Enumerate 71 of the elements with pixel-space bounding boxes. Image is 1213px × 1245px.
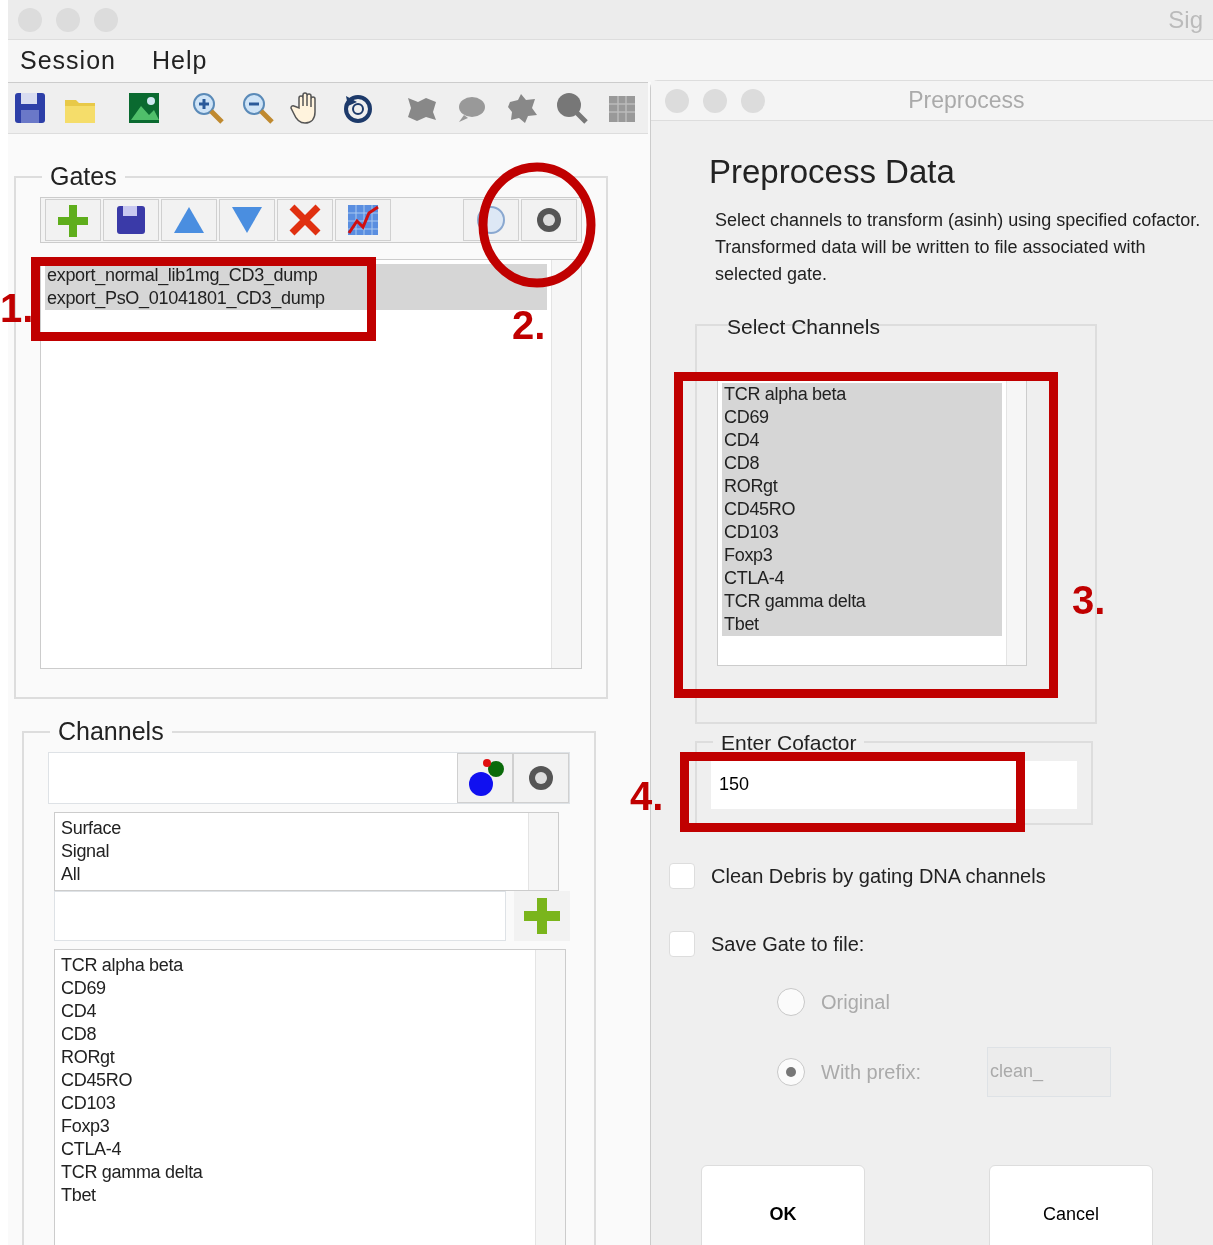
list-item[interactable]: CD69 [722,405,1002,429]
list-item[interactable]: Tbet [59,1184,531,1207]
list-item[interactable]: CTLA-4 [59,1138,531,1161]
list-item[interactable]: CD69 [59,977,531,1000]
list-item[interactable]: CD4 [59,1000,531,1023]
zoom-out-icon[interactable] [240,90,276,126]
list-item[interactable]: Foxp3 [59,1115,531,1138]
list-item[interactable]: CD45RO [722,497,1002,521]
window-title: Preprocess [908,86,1025,116]
cancel-button[interactable]: Cancel [989,1164,1153,1245]
add-button[interactable] [514,891,570,941]
menu-item[interactable]: Session [20,42,116,80]
list-item[interactable]: RORgt [59,1046,531,1069]
scrollbar[interactable] [535,950,565,1245]
cofactor-field[interactable]: 150 [711,760,1077,809]
zoom-in-icon[interactable] [190,90,226,126]
checkbox[interactable] [669,930,695,957]
list-item[interactable]: Signal [59,840,524,863]
list-item[interactable]: RORgt [722,474,1002,498]
annotation-number: 4. [630,776,664,816]
settings-button[interactable] [521,199,577,241]
panel-title: Select Channels [726,315,881,337]
list-item[interactable]: All [59,863,524,886]
picture-icon[interactable] [126,90,162,126]
checkbox[interactable] [669,862,695,889]
magnifier-icon[interactable] [554,90,590,126]
x-icon [288,203,322,237]
color-button[interactable] [457,753,513,803]
delete-button[interactable] [277,199,333,241]
list-item[interactable]: CD4 [722,428,1002,452]
list-item[interactable]: TCR gamma delta [722,589,1002,613]
list-item[interactable]: TCR alpha beta [59,954,531,977]
save-button[interactable] [103,199,159,241]
list-item[interactable]: Surface [59,817,524,840]
list-item[interactable]: TCR alpha beta [722,382,1002,406]
settings-button[interactable] [513,753,569,803]
scrollbar[interactable] [1006,378,1026,665]
list-item[interactable]: CD45RO [59,1069,531,1092]
chart-button[interactable] [335,199,391,241]
plus-icon [56,203,90,237]
move-down-button[interactable] [219,199,275,241]
ok-button[interactable]: OK [701,1164,865,1245]
save-icon[interactable] [12,90,48,126]
menu-item[interactable]: Help [151,42,208,80]
panel-title: Enter Cofactor [720,731,858,753]
list-item[interactable]: CD8 [59,1023,531,1046]
checkbox-label: Save Gate to file: [711,931,865,957]
list-item[interactable]: Tbet [722,612,1002,636]
annotation-number: 3. [1072,580,1106,620]
list-item[interactable]: TCR gamma delta [59,1161,531,1184]
list-item[interactable]: CD103 [59,1092,531,1115]
list-item[interactable]: CD8 [722,451,1002,475]
scrollbar[interactable] [551,260,581,668]
radio-label: With prefix: [821,1059,922,1085]
description-text: Select channels to transform (asinh) using specified cofactor. Transformed data will be written to file associated with selected gate. [715,208,1202,286]
list-item[interactable]: export_PsO_01041801_CD3_dump [45,287,547,310]
list-item[interactable]: CTLA-4 [722,566,1002,590]
plus-icon [522,896,562,936]
chart-icon [346,203,380,237]
checkbox-label: Clean Debris by gating DNA channels [711,863,1046,889]
panel-title: Gates [49,164,118,189]
search-field[interactable] [49,753,457,803]
list-item[interactable]: CD103 [722,520,1002,544]
list-item[interactable]: Foxp3 [722,543,1002,567]
scrollbar[interactable] [528,813,558,890]
radio-label: Original [821,989,890,1015]
annotation-number: 1. [0,288,34,328]
dialog-heading: Preprocess Data [709,152,956,192]
save-icon [114,203,148,237]
text-field[interactable] [54,891,506,941]
panel-title: Channels [57,719,165,744]
